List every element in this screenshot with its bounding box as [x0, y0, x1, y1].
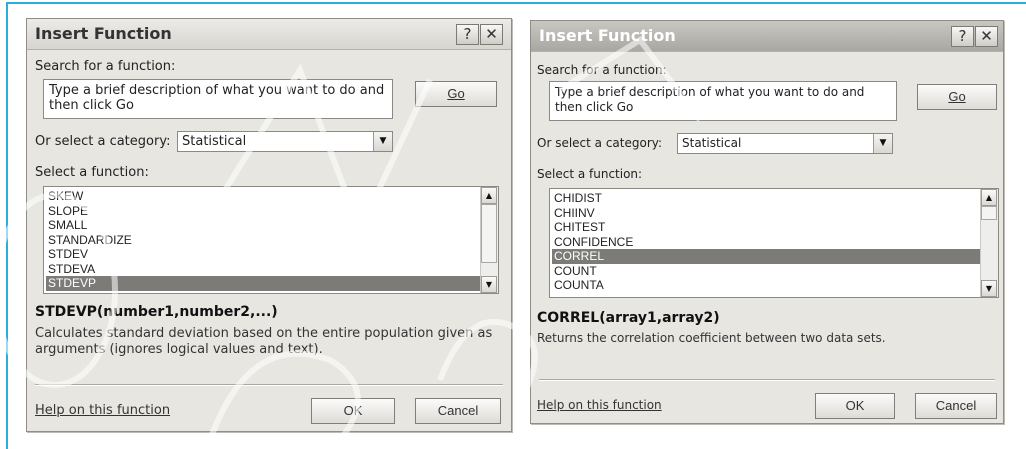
insert-function-dialog-right: Insert Function ? ✕ Search for a functio…	[530, 20, 1004, 424]
category-label: Or select a category:	[537, 136, 663, 150]
select-function-label: Select a function:	[537, 167, 643, 181]
function-list-item[interactable]: CHIDIST	[552, 191, 980, 206]
close-button[interactable]: ✕	[975, 26, 998, 47]
category-select-value: Statistical	[182, 134, 247, 149]
function-list-item[interactable]: SMALL	[46, 218, 480, 233]
function-list-item[interactable]: CHITEST	[552, 220, 980, 235]
select-function-label: Select a function:	[35, 165, 149, 180]
category-select[interactable]: Statistical ▼	[677, 133, 893, 154]
category-select-value: Statistical	[682, 136, 742, 150]
scrollbar-thumb[interactable]	[481, 204, 497, 263]
frame-top-border	[6, 2, 1026, 4]
dialog-title: Insert Function	[35, 24, 172, 43]
arrow-up-icon[interactable]: ▲	[981, 189, 997, 206]
arrow-down-icon[interactable]: ▼	[481, 276, 497, 293]
function-list-item[interactable]: SLOPE	[46, 204, 480, 219]
function-list-item[interactable]: COUNTA	[552, 278, 980, 293]
function-list-item[interactable]: STDEVA	[46, 262, 480, 277]
function-list-items: SKEW SLOPE SMALL STANDARDIZE STDEV STDEVA STDE…	[46, 189, 480, 291]
vertical-scrollbar[interactable]: ▲ ▼	[980, 189, 998, 297]
frame-left-border	[6, 2, 8, 449]
ok-button[interactable]: OK	[311, 398, 395, 424]
close-button[interactable]: ✕	[480, 24, 503, 45]
go-button-label: Go	[447, 86, 465, 101]
search-input[interactable]: Type a brief description of what you wan…	[43, 79, 393, 119]
arrow-down-icon[interactable]: ▼	[981, 280, 997, 297]
function-list-items: CHIDIST CHIINV CHITEST CONFIDENCE CORREL COUN…	[552, 191, 980, 293]
help-button[interactable]: ?	[951, 26, 974, 47]
help-on-function-link[interactable]: Help on this function	[537, 398, 662, 412]
function-description: Returns the correlation coefficient betw…	[537, 331, 886, 345]
function-list-item[interactable]: CORREL	[552, 249, 980, 264]
function-list[interactable]: CHIDIST CHIINV CHITEST CONFIDENCE CORREL COUN…	[549, 188, 999, 298]
function-list[interactable]: SKEW SLOPE SMALL STANDARDIZE STDEV STDEVA STDE…	[43, 186, 499, 294]
go-button[interactable]: Go	[415, 81, 497, 107]
chevron-down-icon[interactable]: ▼	[373, 132, 392, 151]
arrow-up-icon[interactable]: ▲	[481, 187, 497, 204]
title-bar: Insert Function ? ✕	[27, 19, 511, 50]
function-list-item[interactable]: SKEW	[46, 189, 480, 204]
title-bar: Insert Function ? ✕	[531, 21, 1003, 52]
insert-function-dialog-left: Insert Function ? ✕ Search for a functio…	[26, 18, 512, 432]
function-list-item[interactable]: CONFIDENCE	[552, 235, 980, 250]
cancel-button[interactable]: Cancel	[415, 398, 501, 424]
function-list-item[interactable]: COUNT	[552, 264, 980, 279]
cancel-button[interactable]: Cancel	[915, 393, 997, 419]
ok-button[interactable]: OK	[815, 393, 895, 419]
go-button-label: Go	[948, 89, 966, 104]
dialog-title: Insert Function	[539, 26, 676, 45]
function-signature: STDEVP(number1,number2,...)	[35, 304, 278, 320]
help-on-function-link[interactable]: Help on this function	[35, 403, 170, 418]
divider	[539, 379, 995, 381]
vertical-scrollbar[interactable]: ▲ ▼	[480, 187, 498, 293]
function-signature: CORREL(array1,array2)	[537, 310, 720, 326]
function-list-item[interactable]: STDEV	[46, 247, 480, 262]
help-button[interactable]: ?	[456, 24, 479, 45]
search-input[interactable]: Type a brief description of what you wan…	[549, 81, 897, 121]
scrollbar-thumb[interactable]	[981, 206, 997, 220]
go-button[interactable]: Go	[917, 84, 997, 110]
function-list-item[interactable]: STDEVP	[46, 276, 480, 291]
function-list-item[interactable]: CHIINV	[552, 206, 980, 221]
divider	[35, 384, 503, 386]
function-description: Calculates standard deviation based on t…	[35, 326, 493, 357]
chevron-down-icon[interactable]: ▼	[873, 134, 892, 153]
search-label: Search for a function:	[537, 63, 667, 77]
category-label: Or select a category:	[35, 134, 171, 149]
search-label: Search for a function:	[35, 59, 176, 74]
category-select[interactable]: Statistical ▼	[177, 131, 393, 152]
function-list-item[interactable]: STANDARDIZE	[46, 233, 480, 248]
